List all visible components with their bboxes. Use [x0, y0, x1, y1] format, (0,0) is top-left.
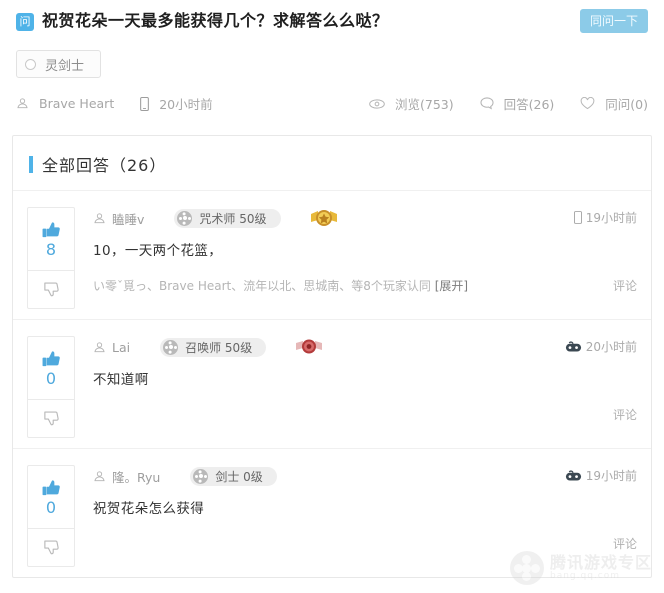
user-icon — [94, 341, 105, 352]
answer-body: 瞌睡v 咒术师 50级 19小时前 10，一天两个花篮， い零ˇ覓っ、Brave… — [93, 207, 637, 309]
class-level-label: 咒术师 50级 — [199, 211, 267, 226]
red-medal-icon — [294, 336, 324, 358]
class-level-badge: 剑士 0级 — [190, 466, 277, 486]
phone-icon — [573, 211, 582, 224]
thumbs-up-icon — [42, 351, 60, 367]
vote-count: 8 — [45, 240, 57, 259]
vote-count: 0 — [45, 369, 57, 388]
answer-time-text: 19小时前 — [585, 469, 637, 483]
comment-link[interactable]: 评论 — [613, 277, 637, 294]
question-meta-row: Brave Heart 20小时前 浏览(753) 回答(26) 同问(0) — [0, 78, 664, 113]
comment-link[interactable]: 评论 — [613, 406, 637, 423]
answer-text: 祝贺花朵怎么获得 — [93, 501, 205, 517]
answer-author-name: Lai — [112, 339, 131, 355]
answer-top-row: 瞌睡v 咒术师 50级 19小时前 — [93, 207, 637, 229]
game-tag[interactable]: 灵剑士 — [16, 50, 102, 78]
ask-same-button[interactable]: 同问一下 — [579, 9, 648, 33]
question-time: 20小时前 — [140, 94, 213, 113]
agree-users-text: い零ˇ覓っ、Brave Heart、流年以北、思城南、等8个玩家认同 — [93, 278, 431, 293]
answers-panel: 全部回答（26） 8 瞌睡v 咒术师 50级 19小时前 10，一天两个花篮， … — [12, 135, 652, 578]
answers-label: 回答(26) — [503, 97, 555, 112]
thumbs-up-icon — [42, 480, 60, 496]
question-stats: 浏览(753) 回答(26) 同问(0) — [343, 94, 648, 113]
downvote-button[interactable] — [28, 400, 74, 437]
comment-link[interactable]: 评论 — [613, 535, 637, 552]
tag-label: 灵剑士 — [45, 58, 85, 74]
thumbs-down-icon — [43, 282, 59, 296]
vote-box: 8 — [27, 207, 75, 309]
answer-item: 8 瞌睡v 咒术师 50级 19小时前 10，一天两个花篮， い零ˇ覓っ、Bra… — [13, 190, 651, 319]
class-icon — [193, 468, 209, 484]
question-author-name: Brave Heart — [39, 96, 115, 111]
vote-box: 0 — [27, 465, 75, 567]
answer-top-row: Lai 召唤师 50级 20小时前 — [93, 336, 637, 358]
user-icon — [94, 212, 105, 223]
thumbs-up-icon — [42, 222, 60, 238]
class-level-label: 召唤师 50级 — [185, 340, 253, 355]
thumbs-down-icon — [43, 411, 59, 425]
class-level-badge: 咒术师 50级 — [174, 208, 281, 228]
question-type-badge-icon: 问 — [16, 13, 34, 31]
question-meta-left: Brave Heart 20小时前 — [16, 94, 239, 113]
answers-title: 全部回答（26） — [42, 156, 167, 175]
answer-body: Lai 召唤师 50级 20小时前 不知道啊 评论 — [93, 336, 637, 438]
answers-header: 全部回答（26） — [13, 136, 651, 190]
speech-bubble-icon — [480, 97, 499, 110]
gamepad-icon — [565, 469, 582, 482]
class-level-badge: 召唤师 50级 — [160, 337, 267, 357]
answer-item: 0 Lai 召唤师 50级 20小时前 不知道啊 评论 — [13, 319, 651, 448]
user-icon — [16, 97, 34, 110]
gold-medal-icon — [309, 207, 339, 229]
downvote-button[interactable] — [28, 271, 74, 308]
answer-text: 不知道啊 — [93, 372, 149, 388]
upvote-button[interactable]: 0 — [28, 466, 74, 529]
upvote-button[interactable]: 0 — [28, 337, 74, 400]
answer-body: 隆。Ryu 剑士 0级 19小时前 祝贺花朵怎么获得 评论 — [93, 465, 637, 567]
eye-icon — [369, 98, 390, 110]
expand-link[interactable]: [展开] — [435, 279, 468, 293]
answer-footer: 评论 — [93, 405, 637, 423]
downvote-button[interactable] — [28, 529, 74, 566]
heart-icon — [580, 97, 600, 110]
answer-author[interactable]: Lai — [93, 340, 130, 355]
answer-time: 20小时前 — [565, 338, 637, 355]
answer-author-name: 瞌睡v — [112, 211, 145, 227]
question-author[interactable]: Brave Heart — [16, 96, 114, 111]
tag-dot-icon — [25, 58, 36, 70]
user-icon — [94, 470, 105, 481]
question-title-row: 问 祝贺花朵一天最多能获得几个？求解答么么哒？ — [16, 10, 648, 32]
upvote-button[interactable]: 8 — [28, 208, 74, 271]
answer-footer: 评论 — [93, 534, 637, 552]
accent-bar — [29, 155, 33, 173]
question-header: 问 祝贺花朵一天最多能获得几个？求解答么么哒？ 同问一下 — [0, 0, 664, 33]
answer-author[interactable]: 瞌睡v — [93, 209, 144, 228]
class-icon — [177, 210, 193, 226]
answer-time: 19小时前 — [565, 467, 637, 484]
phone-icon — [140, 96, 154, 111]
answer-author-name: 隆。Ryu — [112, 469, 161, 485]
answer-top-row: 隆。Ryu 剑士 0级 19小时前 — [93, 465, 637, 487]
class-icon — [163, 339, 179, 355]
answer-author[interactable]: 隆。Ryu — [93, 467, 160, 486]
follow-stat[interactable]: 同问(0) — [580, 94, 648, 113]
agree-users: い零ˇ覓っ、Brave Heart、流年以北、思城南、等8个玩家认同 [展开] — [93, 277, 468, 294]
answer-text: 10，一天两个花篮， — [93, 243, 223, 259]
follow-label: 同问(0) — [605, 97, 648, 112]
answer-time-text: 19小时前 — [585, 211, 637, 225]
class-level-label: 剑士 0级 — [215, 469, 263, 484]
views-stat: 浏览(753) — [369, 94, 454, 113]
answer-item: 0 隆。Ryu 剑士 0级 19小时前 祝贺花朵怎么获得 评论 — [13, 448, 651, 577]
tag-row: 灵剑士 — [0, 32, 664, 78]
vote-count: 0 — [45, 498, 57, 517]
question-time-text: 20小时前 — [159, 97, 213, 112]
gamepad-icon — [565, 340, 582, 353]
answer-time: 19小时前 — [573, 209, 637, 226]
answers-stat: 回答(26) — [480, 94, 555, 113]
answer-footer: い零ˇ覓っ、Brave Heart、流年以北、思城南、等8个玩家认同 [展开] … — [93, 276, 637, 294]
vote-box: 0 — [27, 336, 75, 438]
answer-time-text: 20小时前 — [585, 340, 637, 354]
page-title: 祝贺花朵一天最多能获得几个？求解答么么哒？ — [42, 11, 389, 30]
thumbs-down-icon — [43, 540, 59, 554]
views-label: 浏览(753) — [394, 97, 454, 112]
